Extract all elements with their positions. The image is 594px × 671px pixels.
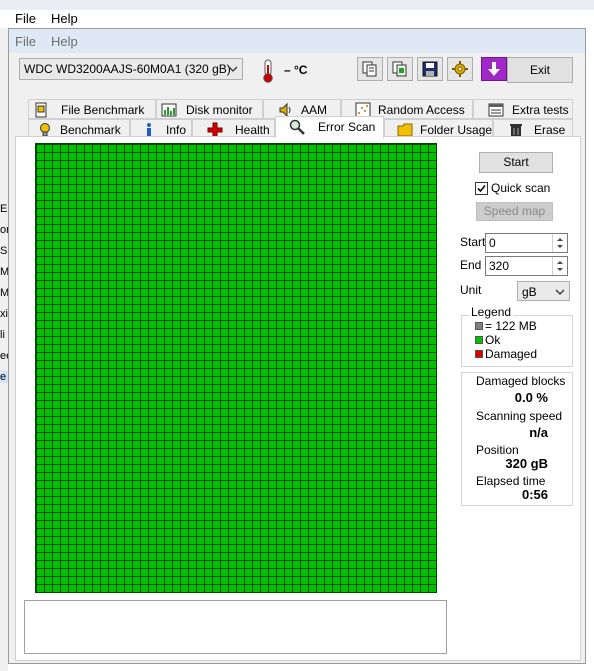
copy-text-button[interactable] — [357, 57, 383, 81]
tab-label: File Benchmark — [61, 103, 145, 117]
start-position-input[interactable]: 0 — [485, 233, 568, 253]
tab-file-benchmark[interactable]: File Benchmark — [28, 99, 156, 119]
download-arrow-icon — [488, 62, 500, 76]
exit-button[interactable]: Exit — [507, 57, 573, 83]
start-position-value: 0 — [489, 236, 496, 250]
tab-label: Random Access — [378, 103, 465, 117]
save-button[interactable] — [417, 57, 443, 81]
copy-text-icon — [362, 61, 377, 77]
end-field-label: End — [460, 258, 482, 272]
copy-screenshot-icon — [392, 61, 407, 77]
damaged-blocks-label: Damaged blocks — [476, 374, 566, 388]
copy-screenshot-button[interactable] — [387, 57, 413, 81]
legend-label-ok: Ok — [485, 333, 501, 347]
unit-select-value: gB — [522, 285, 537, 299]
background-window-left-edge: Ely or S M M xin li ee e — [0, 28, 9, 671]
tab-label: Extra tests — [512, 103, 569, 117]
spin-arrows-icon[interactable] — [552, 257, 567, 275]
position-label: Position — [476, 443, 519, 457]
options-icon — [452, 61, 468, 77]
tab-label: Folder Usage — [420, 123, 493, 137]
elapsed-time-label: Elapsed time — [476, 474, 546, 488]
checkmark-icon — [477, 184, 486, 193]
legend-label-block-size: = 122 MB — [485, 319, 537, 333]
quick-scan-label: Quick scan — [491, 181, 551, 195]
legend-swatch-damaged — [475, 350, 483, 358]
tab-label: Disk monitor — [186, 103, 253, 117]
menubar: File Help — [9, 29, 585, 53]
elapsed-time-value: 0:56 — [521, 487, 548, 502]
unit-select[interactable]: gB — [517, 281, 570, 301]
legend-label-damaged: Damaged — [485, 347, 538, 361]
scanning-speed-value: n/a — [529, 425, 548, 440]
legend-title: Legend — [469, 305, 514, 319]
chevron-down-icon — [228, 66, 238, 72]
drive-select[interactable]: WDC WD3200AAJS-60M0A1 (320 gB) — [19, 58, 243, 80]
file-benchmark-icon — [35, 102, 47, 118]
tab-disk-monitor[interactable]: Disk monitor — [156, 99, 263, 119]
menu-file[interactable]: File — [15, 34, 36, 49]
scanning-speed-label: Scanning speed — [476, 409, 563, 423]
drive-select-value: WDC WD3200AAJS-60M0A1 (320 gB) — [24, 62, 231, 76]
menu-help[interactable]: Help — [51, 34, 78, 49]
unit-label: Unit — [460, 283, 482, 297]
scan-log-box[interactable] — [24, 600, 447, 654]
legend-swatch-block-size — [475, 322, 483, 330]
end-position-value: 320 — [489, 259, 510, 273]
start-button[interactable]: Start — [479, 152, 553, 173]
legend-swatch-ok — [475, 336, 483, 344]
tab-extra-tests[interactable]: Extra tests — [473, 99, 573, 119]
tab-label: Erase — [534, 123, 566, 137]
position-value: 320 gB — [505, 456, 548, 471]
background-window-titlebar — [0, 0, 594, 10]
tab-label: Error Scan — [318, 120, 376, 134]
options-button[interactable] — [447, 57, 473, 81]
start-field-label: Start — [460, 235, 486, 249]
tab-label: Health — [235, 123, 270, 137]
end-position-input[interactable]: 320 — [485, 256, 568, 276]
damaged-blocks-value: 0.0 % — [514, 390, 548, 405]
save-icon — [422, 61, 438, 77]
temperature-readout: – °C — [284, 63, 308, 77]
spin-arrows-icon[interactable] — [552, 234, 567, 252]
tab-label: Benchmark — [60, 123, 121, 137]
extra-tests-icon — [488, 103, 504, 117]
tab-label: AAM — [301, 103, 328, 117]
disk-monitor-icon — [161, 103, 177, 117]
hdtune-window: File Help WDC WD3200AAJS-60M0A1 (320 gB)… — [8, 28, 586, 664]
background-menu-file[interactable]: File — [15, 11, 36, 26]
tab-label: Info — [166, 123, 187, 137]
chevron-down-icon — [555, 289, 565, 295]
thermometer-icon — [263, 59, 273, 83]
speed-map-button[interactable]: Speed map — [476, 202, 553, 221]
quick-scan-checkbox[interactable] — [475, 182, 488, 195]
error-scan-block-map — [35, 143, 437, 593]
background-menu-help[interactable]: Help — [51, 11, 78, 26]
tab-error-scan[interactable]: Error Scan — [275, 116, 384, 138]
background-menubar: File Help — [0, 10, 594, 28]
download-button[interactable] — [481, 57, 507, 81]
magnifier-icon — [289, 119, 305, 135]
